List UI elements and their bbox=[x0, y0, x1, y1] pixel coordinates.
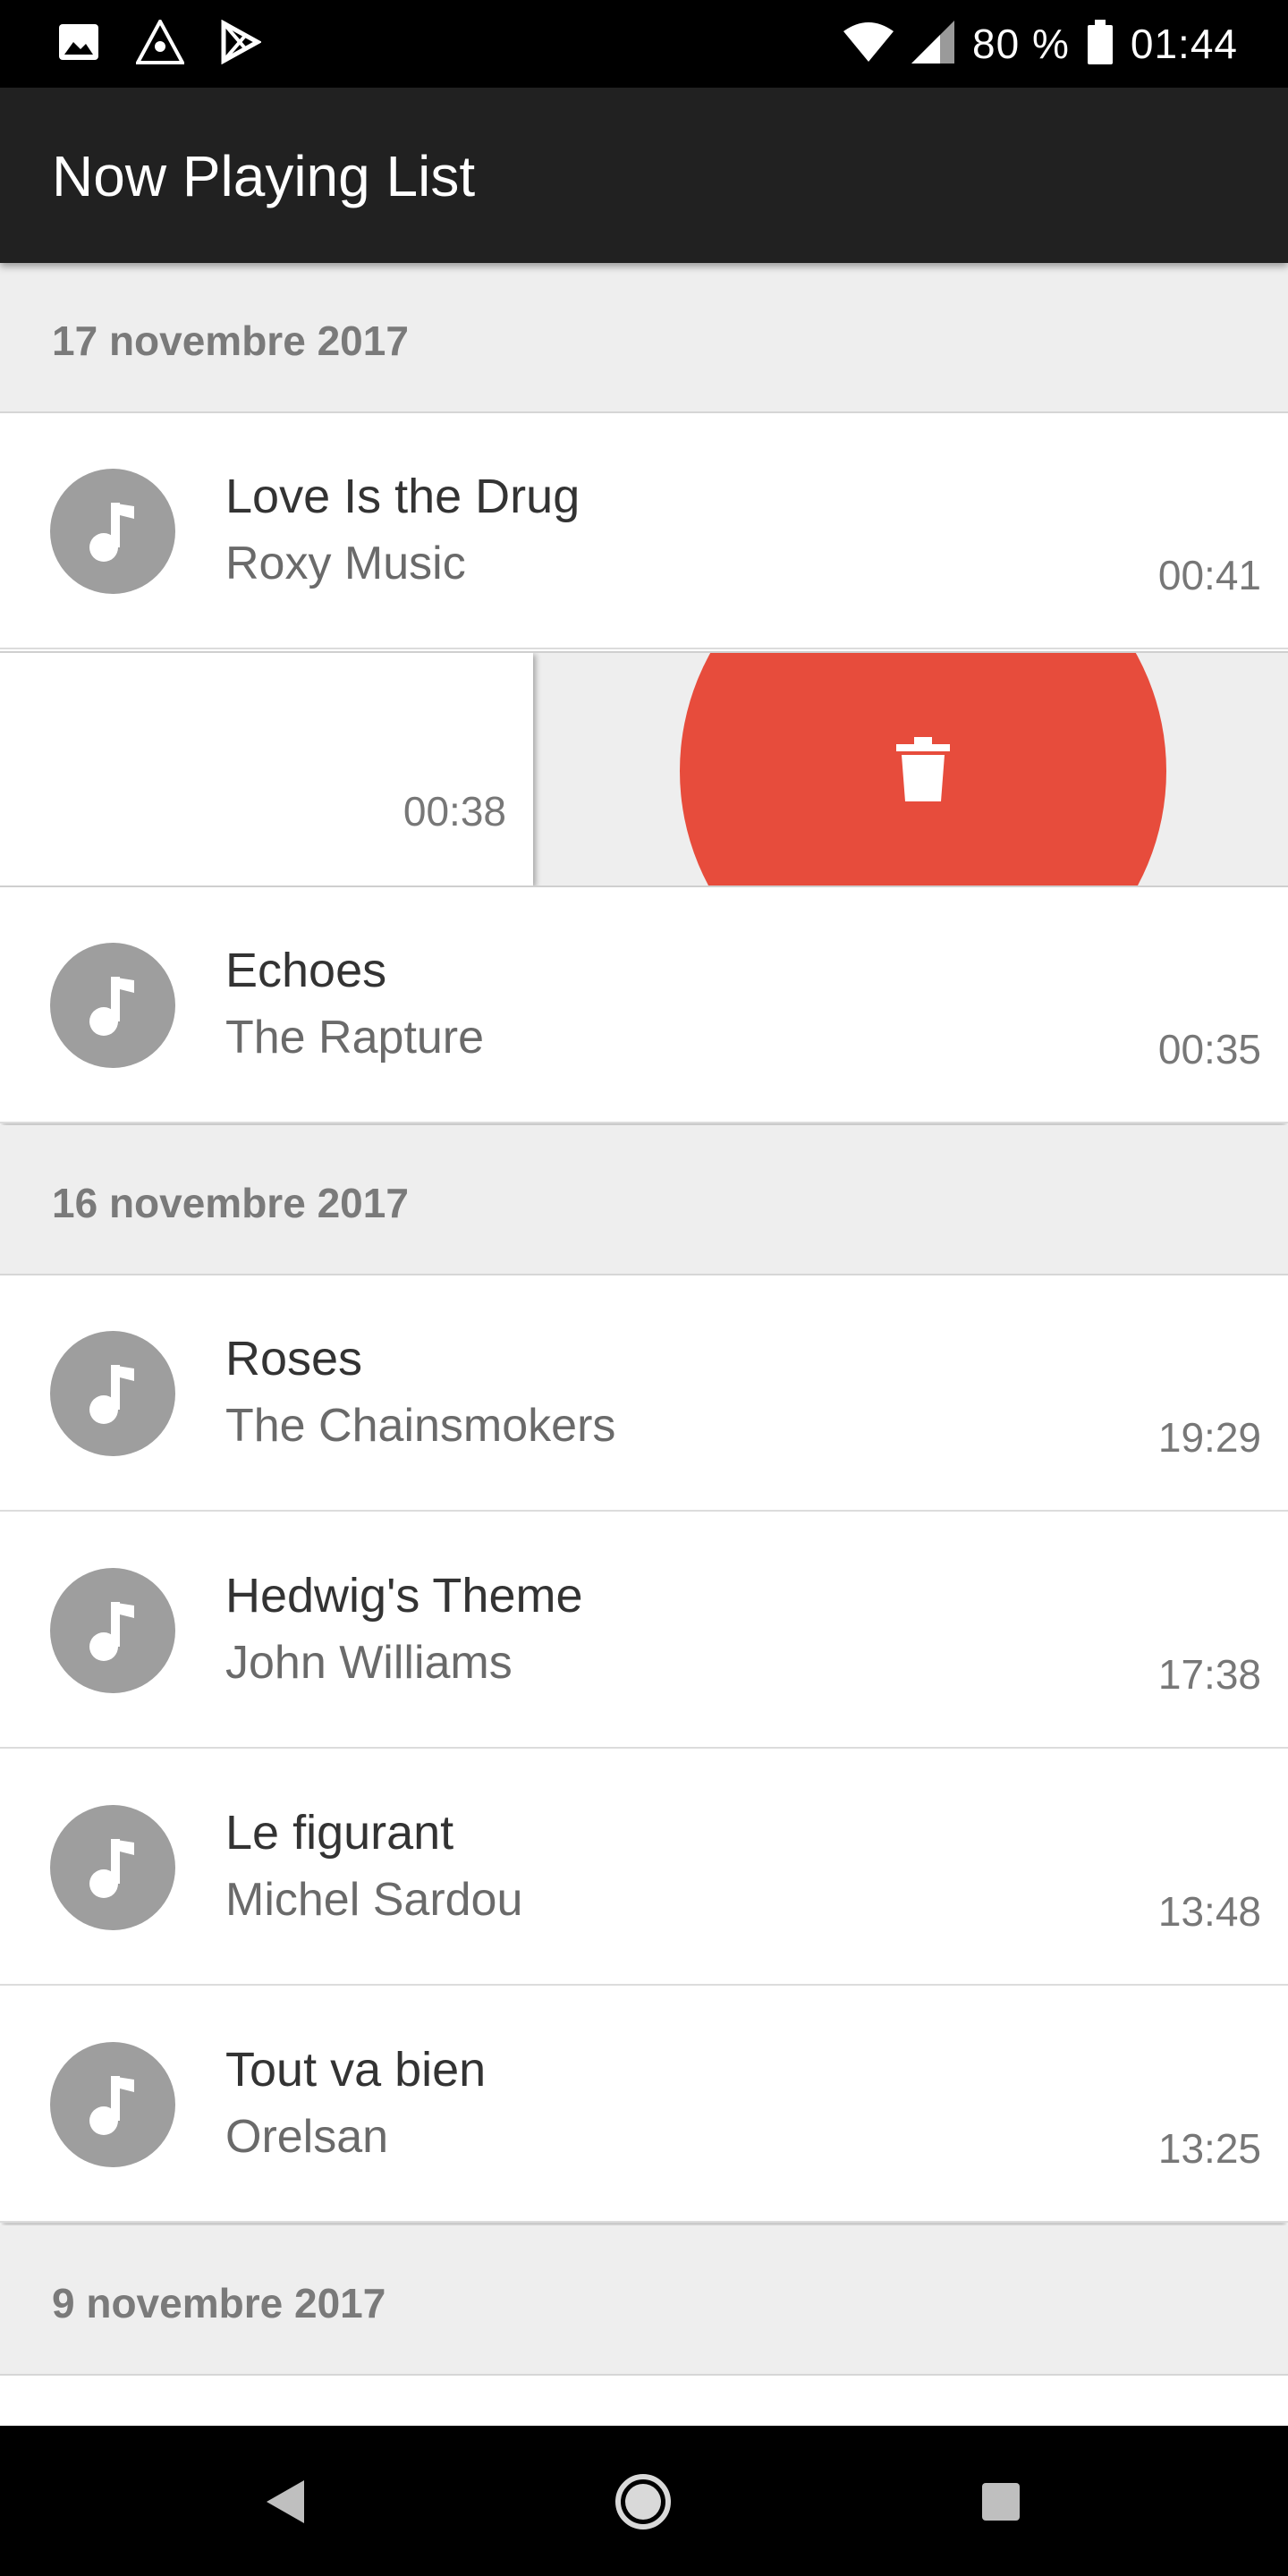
play-time: 00:35 bbox=[1157, 1026, 1261, 1072]
section-header: 16 novembre 2017 bbox=[0, 1125, 1288, 1275]
music-note-icon bbox=[50, 1568, 175, 1693]
image-icon bbox=[57, 22, 100, 66]
app-bar: Now Playing List bbox=[0, 88, 1288, 263]
list-item[interactable]: Le figurant Michel Sardou 13:48 bbox=[0, 1750, 1288, 1986]
wifi-icon bbox=[843, 21, 894, 66]
battery-icon bbox=[1087, 19, 1113, 69]
section-header: 17 novembre 2017 bbox=[0, 263, 1288, 413]
music-note-icon bbox=[50, 469, 175, 594]
list-item[interactable]: Hedwig's Theme John Williams 17:38 bbox=[0, 1513, 1288, 1749]
play-time: 13:48 bbox=[1157, 1888, 1261, 1935]
triangle-app-icon bbox=[134, 17, 186, 69]
artist-name: John Williams bbox=[225, 1637, 513, 1689]
list-item[interactable]: Echoes The Rapture 00:35 bbox=[0, 887, 1288, 1123]
music-note-icon bbox=[50, 943, 175, 1068]
status-bar: 80 % 01:44 bbox=[0, 0, 1288, 88]
delete-button[interactable] bbox=[680, 653, 1166, 886]
music-note-icon bbox=[50, 1331, 175, 1456]
play-store-icon bbox=[220, 19, 263, 69]
section-header: 9 novembre 2017 bbox=[0, 2225, 1288, 2376]
song-title: Roses bbox=[225, 1332, 363, 1385]
list-item[interactable]: Tout va bien Orelsan 13:25 bbox=[0, 1987, 1288, 2223]
section-date: 16 novembre 2017 bbox=[52, 1180, 409, 1226]
swiped-list-item[interactable]: 00:38 bbox=[0, 651, 1288, 887]
artist-name: The Rapture bbox=[225, 1012, 485, 1063]
list-item[interactable]: Love Is the Drug Roxy Music 00:41 bbox=[0, 413, 1288, 649]
artist-name: Roxy Music bbox=[225, 538, 466, 589]
artist-name: Orelsan bbox=[225, 2111, 389, 2163]
play-time: 13:25 bbox=[1157, 2125, 1261, 2172]
recents-icon[interactable] bbox=[970, 2470, 1032, 2533]
clock: 01:44 bbox=[1130, 21, 1238, 67]
song-title: Le figurant bbox=[225, 1806, 454, 1860]
play-time: 17:38 bbox=[1157, 1651, 1261, 1698]
list-item[interactable]: Roses The Chainsmokers 19:29 bbox=[0, 1275, 1288, 1512]
play-time: 00:41 bbox=[1157, 552, 1261, 598]
play-time: 19:29 bbox=[1157, 1414, 1261, 1461]
trash-icon bbox=[896, 736, 950, 806]
navigation-bar bbox=[0, 2426, 1288, 2576]
song-title: Love Is the Drug bbox=[225, 470, 580, 523]
back-icon[interactable] bbox=[254, 2470, 317, 2533]
list-item-foreground[interactable]: 00:38 bbox=[0, 653, 533, 886]
song-title: Echoes bbox=[225, 944, 387, 997]
now-playing-list[interactable]: 17 novembre 2017 Love Is the Drug Roxy M… bbox=[0, 263, 1288, 2426]
section-date: 9 novembre 2017 bbox=[52, 2280, 386, 2326]
section-date: 17 novembre 2017 bbox=[52, 318, 409, 364]
song-title: Hedwig's Theme bbox=[225, 1569, 583, 1623]
signal-icon bbox=[911, 20, 955, 68]
home-icon[interactable] bbox=[612, 2470, 674, 2533]
page-title: Now Playing List bbox=[52, 144, 476, 208]
music-note-icon bbox=[50, 2042, 175, 2167]
song-title: Tout va bien bbox=[225, 2043, 487, 2097]
artist-name: The Chainsmokers bbox=[225, 1400, 616, 1452]
battery-percentage: 80 % bbox=[972, 21, 1070, 67]
music-note-icon bbox=[50, 1805, 175, 1930]
artist-name: Michel Sardou bbox=[225, 1874, 523, 1926]
play-time: 00:38 bbox=[402, 788, 506, 835]
